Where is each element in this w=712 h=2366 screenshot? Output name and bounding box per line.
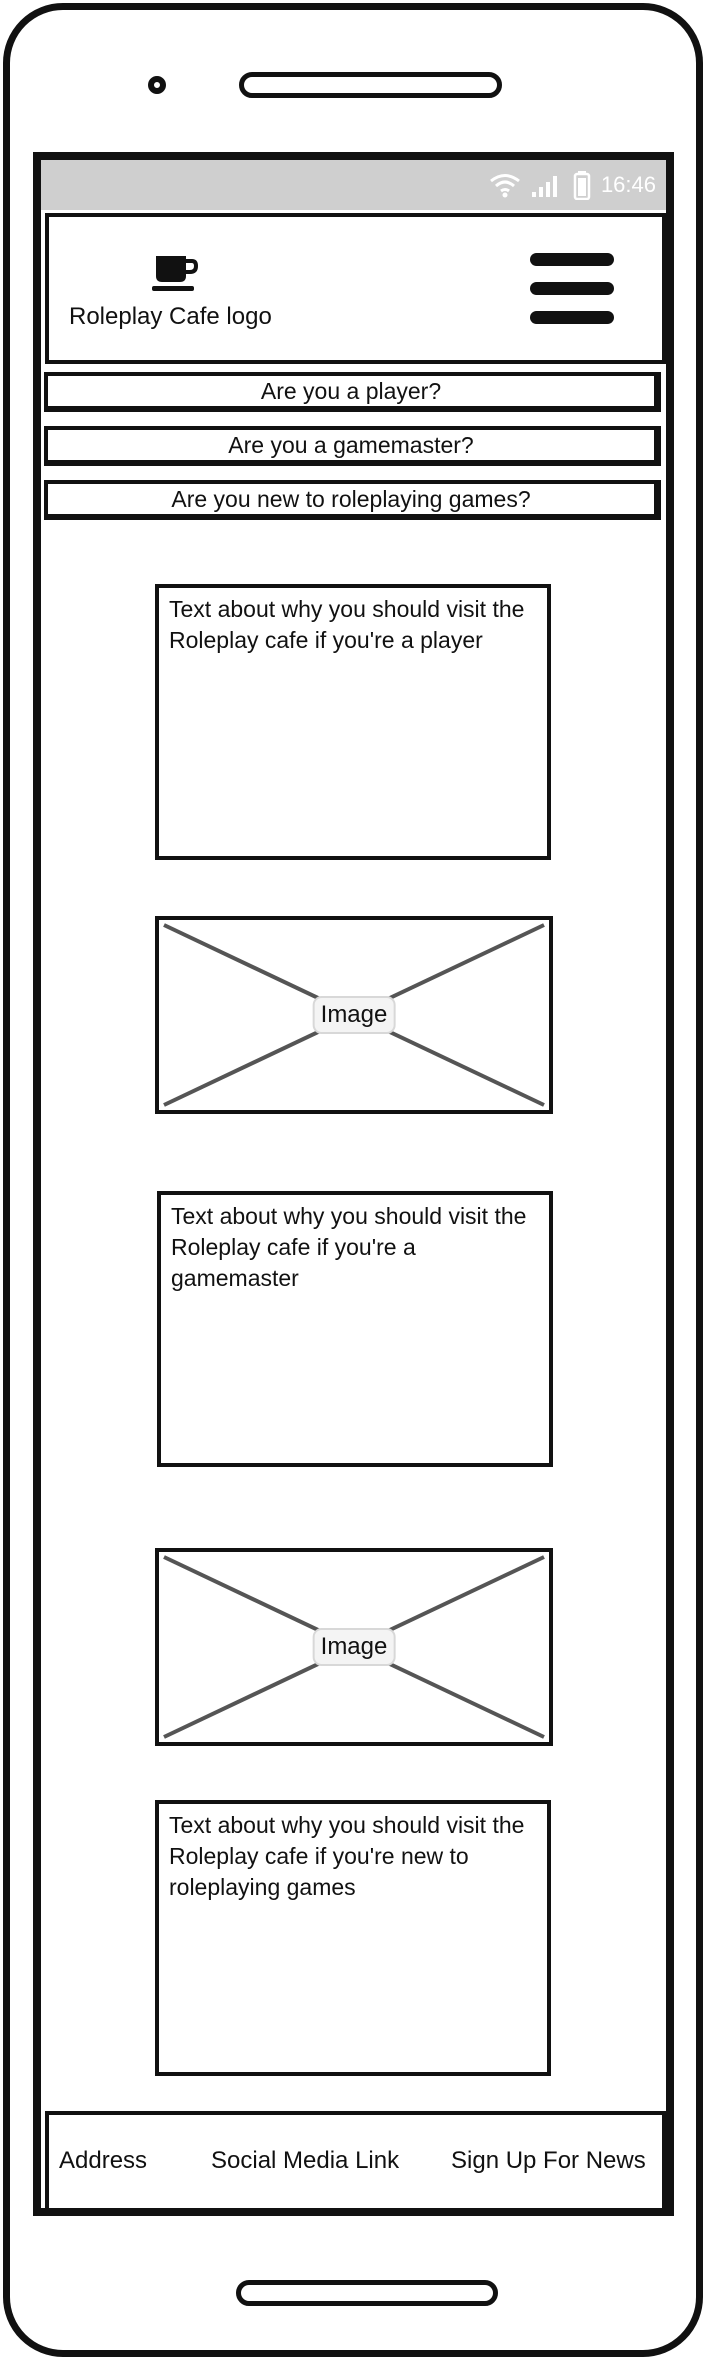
signal-icon (531, 176, 557, 197)
image-placeholder: Image (155, 1548, 553, 1746)
footer-social-link[interactable]: Social Media Link (211, 2147, 399, 2175)
footer-address-link[interactable]: Address (59, 2147, 147, 2175)
nav-button-gamemaster[interactable]: Are you a gamemaster? (44, 426, 661, 466)
coffee-cup-icon (152, 256, 198, 291)
image-label: Image (312, 1628, 396, 1666)
phone-screen: 16:46 Roleplay Cafe logo Are you a playe… (33, 152, 674, 2216)
nav-button-player[interactable]: Are you a player? (44, 372, 661, 412)
logo-text[interactable]: Roleplay Cafe logo (69, 303, 272, 331)
site-header: Roleplay Cafe logo (45, 213, 666, 364)
footer-signup-link[interactable]: Sign Up For News (451, 2147, 646, 2175)
player-text-section: Text about why you should visit the Role… (155, 584, 551, 860)
camera-icon (148, 76, 166, 94)
site-footer: Address Social Media Link Sign Up For Ne… (45, 2111, 666, 2208)
image-placeholder: Image (155, 916, 553, 1114)
speaker-grille (239, 72, 502, 98)
status-icons: 16:46 (489, 170, 656, 200)
wifi-icon (490, 174, 520, 198)
status-bar: 16:46 (41, 160, 666, 210)
hamburger-menu-icon[interactable] (530, 253, 614, 325)
gamemaster-text-section: Text about why you should visit the Role… (157, 1191, 553, 1467)
battery-icon (573, 171, 591, 200)
menu-bar (530, 311, 614, 324)
home-button[interactable] (236, 2280, 498, 2306)
nav-button-new-players[interactable]: Are you new to roleplaying games? (44, 480, 661, 520)
status-time: 16:46 (600, 172, 656, 197)
image-label: Image (312, 996, 396, 1034)
menu-bar (530, 282, 614, 295)
new-players-text-section: Text about why you should visit the Role… (155, 1800, 551, 2076)
menu-bar (530, 253, 614, 266)
